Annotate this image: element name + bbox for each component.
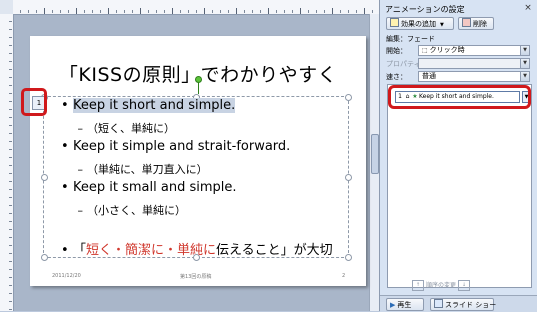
custom-animation-pane: アニメーションの設定 × 効果の追加 ▼ 削除 編集：フェード 開始： ⬚ クリック…: [379, 0, 537, 311]
bullet-dot: •: [61, 243, 69, 258]
close-icon[interactable]: ×: [523, 3, 533, 13]
bullet-line[interactable]: • Keep it small and simple.: [61, 180, 237, 195]
delete-label: 削除: [473, 20, 487, 28]
sub-bullet-line[interactable]: – （短く、単純に）: [61, 120, 176, 136]
delete-button[interactable]: 削除: [458, 17, 494, 30]
move-down-icon: ↓: [458, 280, 471, 291]
mouse-click-icon: ⬚: [422, 47, 428, 54]
start-value: クリック時: [429, 46, 465, 54]
sub-bullet-dash: –: [77, 204, 84, 217]
footer-date: 2011/12/20: [52, 273, 81, 279]
start-dropdown[interactable]: ⬚ クリック時 ▼: [418, 45, 530, 56]
resize-handle-ne[interactable]: [345, 94, 352, 101]
property-dropdown: ▼: [418, 58, 530, 69]
resize-handle-w[interactable]: [41, 174, 48, 181]
horizontal-ruler: [13, 0, 379, 15]
ruler-corner: [0, 0, 14, 15]
callout-outline-marker: [21, 88, 47, 116]
add-effect-label: 効果の追加: [401, 20, 436, 28]
sub-bullet-line[interactable]: – （単純に、単刀直入に）: [61, 161, 208, 177]
play-button[interactable]: ▶ 再生: [386, 298, 424, 311]
play-label: 再生: [397, 301, 412, 309]
bullet-dot: •: [61, 98, 69, 113]
pane-bottom-bar: ▶ 再生 スライド ショー: [380, 295, 537, 312]
sub-bullet-dash: –: [77, 163, 84, 176]
delete-icon: [462, 18, 471, 27]
vertical-ruler: [0, 14, 14, 311]
footer-page-number: 2: [342, 273, 346, 279]
resize-handle-e[interactable]: [345, 174, 352, 181]
callout-outline-list: [388, 85, 531, 109]
bullet-line[interactable]: • Keep it short and simple.: [61, 98, 236, 113]
sub-bullet-text[interactable]: （単純に、単刀直入に）: [87, 163, 208, 176]
resize-handle-sw[interactable]: [41, 254, 48, 261]
footer-center: 第13回の原稿: [180, 274, 212, 280]
slideshow-icon: [434, 299, 443, 308]
conclusion-line[interactable]: • 「短く・簡潔に・単純に伝えること」が大切: [61, 239, 333, 258]
sub-bullet-dash: –: [77, 122, 84, 135]
slide-footer: 2011/12/20 第13回の原稿 2: [30, 273, 366, 283]
chevron-down-icon: ▼: [520, 59, 529, 68]
body-placeholder[interactable]: • Keep it short and simple. – （短く、単純に） • Ke…: [41, 94, 352, 261]
edit-effect-label: 編集：フェード: [386, 35, 435, 43]
bullet-line[interactable]: • Keep it simple and strait-forward.: [61, 139, 290, 154]
start-label: 開始：: [386, 47, 407, 55]
resize-handle-se[interactable]: [345, 254, 352, 261]
chevron-down-icon: ▼: [440, 22, 444, 28]
chevron-down-icon[interactable]: ▼: [520, 46, 529, 55]
bullet-text[interactable]: Keep it small and simple.: [73, 180, 237, 195]
play-icon: ▶: [390, 301, 396, 309]
animation-list[interactable]: 1 ⌂ ★Keep it short and simple. ▼: [387, 84, 532, 288]
sub-bullet-line[interactable]: – （小さく、単純に）: [61, 202, 187, 218]
reorder-control: ↑ 順序の変更 ↓: [410, 280, 472, 291]
speed-dropdown[interactable]: 普通 ▼: [418, 71, 530, 82]
speed-label: 速さ：: [386, 73, 407, 81]
conclusion-prefix: 「: [73, 243, 87, 258]
slide-editor: 「KISSの原則」でわかりやすく • Keep it short and simp…: [0, 0, 380, 311]
slide-canvas[interactable]: 「KISSの原則」でわかりやすく • Keep it short and simp…: [30, 36, 366, 286]
reorder-label: 順序の変更: [426, 282, 457, 289]
bullet-text-selected[interactable]: Keep it short and simple.: [73, 98, 236, 113]
add-effect-button[interactable]: 効果の追加 ▼: [386, 17, 454, 30]
slideshow-button[interactable]: スライド ショー: [430, 298, 497, 311]
move-up-icon: ↑: [412, 280, 424, 291]
scrollbar-thumb[interactable]: [371, 134, 379, 174]
sub-bullet-text[interactable]: （短く、単純に）: [87, 122, 175, 135]
slideshow-label: スライド ショー: [445, 301, 497, 309]
conclusion-highlight: 短く・簡潔に・単純に: [86, 243, 217, 258]
rotation-handle-stem: [198, 82, 199, 94]
conclusion-suffix: 伝えること」が大切: [216, 243, 333, 258]
chevron-down-icon[interactable]: ▼: [520, 72, 529, 81]
star-effect-icon: [390, 18, 399, 27]
bullet-dot: •: [61, 139, 69, 154]
pane-title: アニメーションの設定: [385, 5, 465, 14]
property-label: プロパティ: [386, 60, 421, 68]
bullet-text[interactable]: Keep it simple and strait-forward.: [73, 139, 290, 154]
speed-value: 普通: [422, 72, 436, 80]
bullet-dot: •: [61, 180, 69, 195]
sub-bullet-text[interactable]: （小さく、単純に）: [87, 204, 186, 217]
